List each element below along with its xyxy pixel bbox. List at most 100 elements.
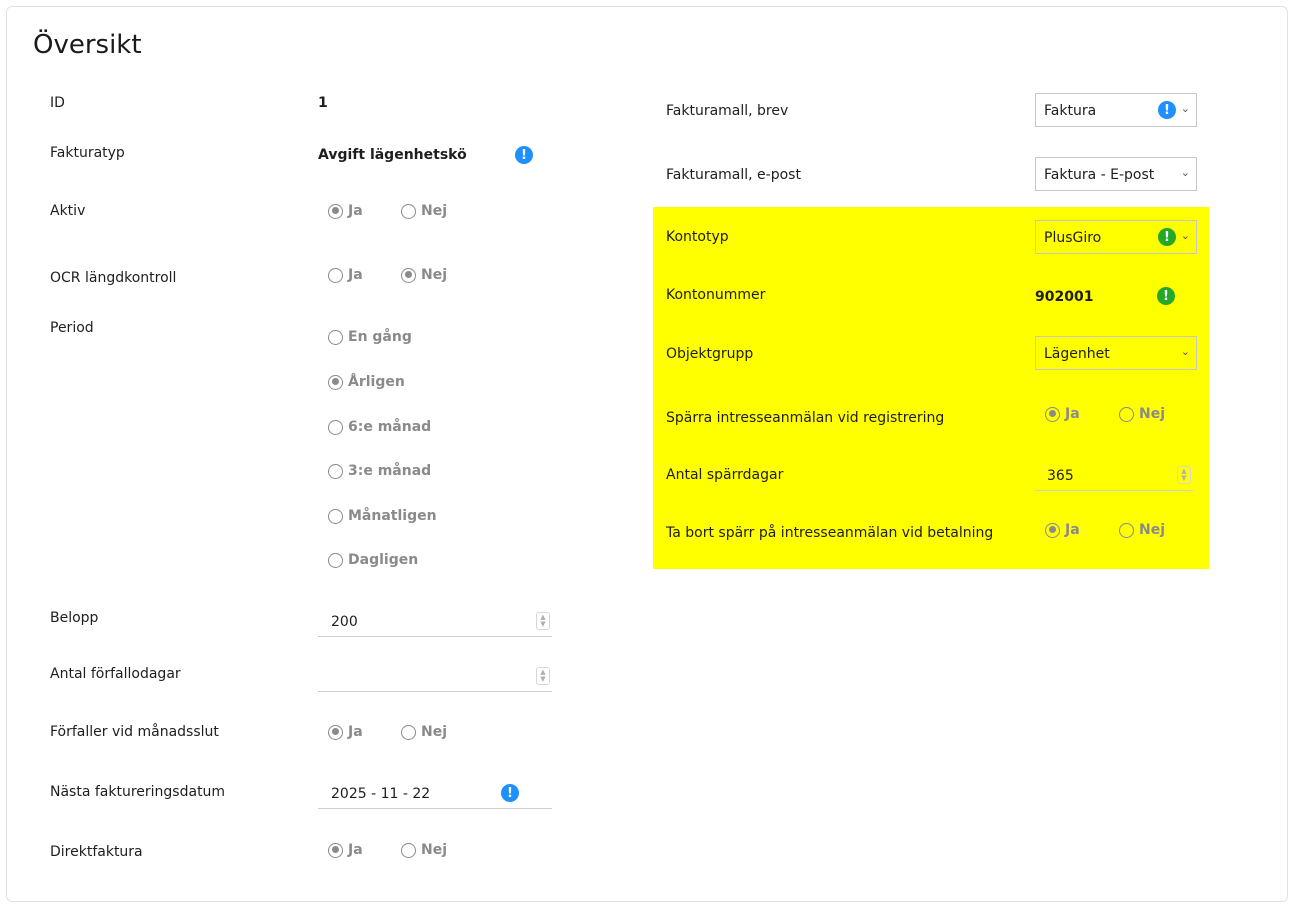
- radio-label: En gång: [348, 329, 412, 345]
- radio-unchecked-icon: [328, 552, 343, 568]
- forfallodagar-spinner[interactable]: ▲ ▼: [536, 667, 550, 685]
- aktiv-label: Aktiv: [50, 203, 86, 219]
- spin-down-icon[interactable]: ▼: [540, 621, 545, 628]
- radio-label: Ja: [348, 267, 363, 283]
- brev-label: Fakturamall, brev: [666, 103, 789, 119]
- nasta-info-icon[interactable]: !: [501, 784, 519, 802]
- kontonummer-value: 902001: [1035, 289, 1094, 305]
- kontotyp-select[interactable]: PlusGiro ! ⌄: [1035, 220, 1197, 254]
- radio-unchecked-icon: [328, 463, 343, 479]
- period-radio-3e-manad[interactable]: 3:e månad: [328, 463, 431, 479]
- radio-label: Dagligen: [348, 552, 419, 568]
- radio-checked-icon: [1045, 406, 1060, 422]
- ocr-label: OCR längdkontroll: [50, 270, 177, 286]
- radio-label: Nej: [421, 842, 448, 858]
- sparrdagar-input[interactable]: 365 ▲ ▼: [1035, 459, 1193, 491]
- ocr-radio-ja[interactable]: Ja: [328, 267, 363, 283]
- fakturatyp-info-icon[interactable]: !: [515, 146, 533, 164]
- belopp-label: Belopp: [50, 610, 99, 626]
- radio-checked-icon: [328, 203, 343, 219]
- chevron-down-icon: ⌄: [1180, 166, 1190, 179]
- radio-label: Nej: [421, 724, 448, 740]
- radio-checked-icon: [328, 374, 343, 390]
- fakturatyp-label: Fakturatyp: [50, 145, 125, 161]
- brev-value: Faktura: [1044, 103, 1097, 119]
- radio-label: 3:e månad: [348, 463, 432, 479]
- tabort-radio-ja[interactable]: Ja: [1045, 522, 1080, 538]
- belopp-value: 200: [331, 614, 358, 630]
- period-radio-manatligen[interactable]: Månatligen: [328, 508, 437, 524]
- sparra-radio-ja[interactable]: Ja: [1045, 406, 1080, 422]
- tabort-radio-nej[interactable]: Nej: [1119, 522, 1165, 538]
- period-label: Period: [50, 320, 94, 336]
- radio-unchecked-icon: [328, 508, 343, 524]
- period-radio-dagligen[interactable]: Dagligen: [328, 552, 418, 568]
- sparrdagar-spinner[interactable]: ▲ ▼: [1177, 466, 1191, 484]
- spin-down-icon[interactable]: ▼: [1181, 475, 1186, 482]
- chevron-down-icon: ⌄: [1180, 229, 1190, 242]
- radio-label: 6:e månad: [348, 419, 432, 435]
- highlight-box: [653, 207, 1209, 569]
- sparra-radio-nej[interactable]: Nej: [1119, 406, 1165, 422]
- period-radio-6e-manad[interactable]: 6:e månad: [328, 419, 431, 435]
- radio-label: Nej: [1139, 522, 1166, 538]
- radio-label: Ja: [348, 203, 363, 219]
- belopp-spinner[interactable]: ▲ ▼: [536, 612, 550, 630]
- brev-info-icon[interactable]: !: [1158, 101, 1176, 119]
- epost-value: Faktura - E-post: [1044, 167, 1155, 183]
- radio-checked-icon: [328, 724, 343, 740]
- radio-label: Ja: [1065, 522, 1080, 538]
- epost-select[interactable]: Faktura - E-post ⌄: [1035, 157, 1197, 191]
- radio-label: Årligen: [348, 374, 405, 390]
- period-radio-en-gang[interactable]: En gång: [328, 329, 412, 345]
- belopp-input[interactable]: 200 ▲ ▼: [318, 605, 552, 637]
- tabort-label: Ta bort spärr på intresseanmälan vid bet…: [666, 525, 994, 541]
- radio-checked-icon: [401, 267, 416, 283]
- kontotyp-value: PlusGiro: [1044, 230, 1102, 246]
- radio-unchecked-icon: [328, 329, 343, 345]
- spin-down-icon[interactable]: ▼: [540, 676, 545, 683]
- page-title: Översikt: [33, 30, 142, 60]
- manadsslut-radio-ja[interactable]: Ja: [328, 724, 363, 740]
- objektgrupp-select[interactable]: Lägenhet ⌄: [1035, 336, 1197, 370]
- forfallodagar-label: Antal förfallodagar: [50, 666, 181, 682]
- radio-unchecked-icon: [401, 842, 416, 858]
- kontonummer-label: Kontonummer: [666, 287, 766, 303]
- nasta-value: 2025 - 11 - 22: [331, 786, 431, 802]
- direktfaktura-radio-ja[interactable]: Ja: [328, 842, 363, 858]
- chevron-down-icon: ⌄: [1180, 102, 1190, 115]
- radio-label: Månatligen: [348, 508, 437, 524]
- brev-select[interactable]: Faktura ! ⌄: [1035, 93, 1197, 127]
- radio-unchecked-icon: [328, 267, 343, 283]
- objektgrupp-value: Lägenhet: [1044, 346, 1110, 362]
- radio-unchecked-icon: [401, 724, 416, 740]
- radio-label: Ja: [348, 724, 363, 740]
- radio-unchecked-icon: [1119, 522, 1134, 538]
- radio-checked-icon: [1045, 522, 1060, 538]
- direktfaktura-radio-nej[interactable]: Nej: [401, 842, 447, 858]
- radio-label: Ja: [348, 842, 363, 858]
- aktiv-radio-ja[interactable]: Ja: [328, 203, 363, 219]
- ocr-radio-nej[interactable]: Nej: [401, 267, 447, 283]
- manadsslut-radio-nej[interactable]: Nej: [401, 724, 447, 740]
- radio-unchecked-icon: [401, 203, 416, 219]
- aktiv-radio-nej[interactable]: Nej: [401, 203, 447, 219]
- kontotyp-info-icon[interactable]: !: [1158, 228, 1176, 246]
- sparrdagar-value: 365: [1047, 468, 1074, 484]
- kontotyp-label: Kontotyp: [666, 229, 729, 245]
- radio-unchecked-icon: [328, 419, 343, 435]
- radio-label: Nej: [1139, 406, 1166, 422]
- epost-label: Fakturamall, e-post: [666, 167, 801, 183]
- id-value: 1: [318, 95, 328, 111]
- kontonummer-info-icon[interactable]: !: [1157, 287, 1175, 305]
- forfallodagar-input[interactable]: ▲ ▼: [318, 660, 552, 692]
- radio-unchecked-icon: [1119, 406, 1134, 422]
- sparra-label: Spärra intresseanmälan vid registrering: [666, 410, 945, 426]
- nasta-label: Nästa faktureringsdatum: [50, 784, 226, 800]
- period-radio-arligen[interactable]: Årligen: [328, 374, 405, 390]
- sparrdagar-label: Antal spärrdagar: [666, 467, 784, 483]
- manadsslut-label: Förfaller vid månadsslut: [50, 724, 219, 740]
- id-label: ID: [50, 95, 65, 111]
- objektgrupp-label: Objektgrupp: [666, 346, 754, 362]
- chevron-down-icon: ⌄: [1180, 345, 1190, 358]
